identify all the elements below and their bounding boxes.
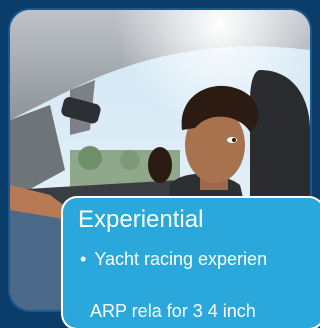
- section-heading: Experiential: [78, 206, 204, 233]
- bullet-text: Yacht racing experien: [94, 249, 268, 269]
- bullet-item: • Yacht racing experien: [80, 248, 267, 270]
- secondary-text: ARP rela for 3 4 inch: [90, 301, 256, 321]
- bullet-icon: •: [80, 249, 87, 269]
